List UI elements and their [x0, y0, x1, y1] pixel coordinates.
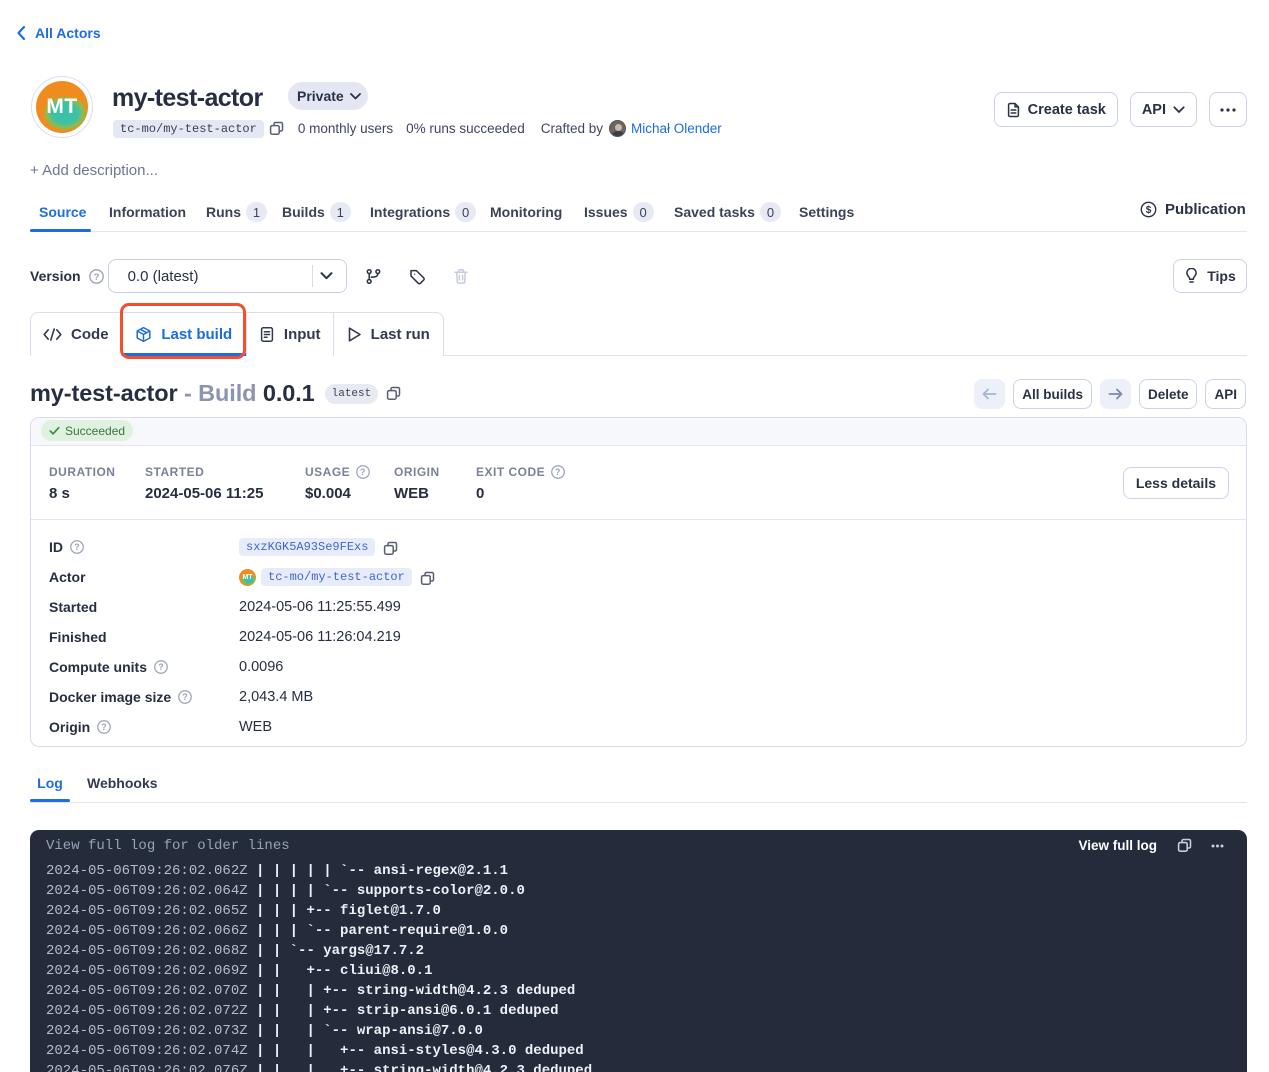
svg-text:?: ? — [102, 722, 107, 732]
svg-text:?: ? — [555, 467, 561, 477]
svg-text:?: ? — [93, 271, 99, 282]
svg-text:?: ? — [182, 692, 187, 702]
svg-text:?: ? — [158, 662, 163, 672]
svg-text:?: ? — [360, 467, 366, 477]
svg-text:?: ? — [74, 542, 79, 552]
svg-text:$: $ — [1146, 205, 1152, 216]
